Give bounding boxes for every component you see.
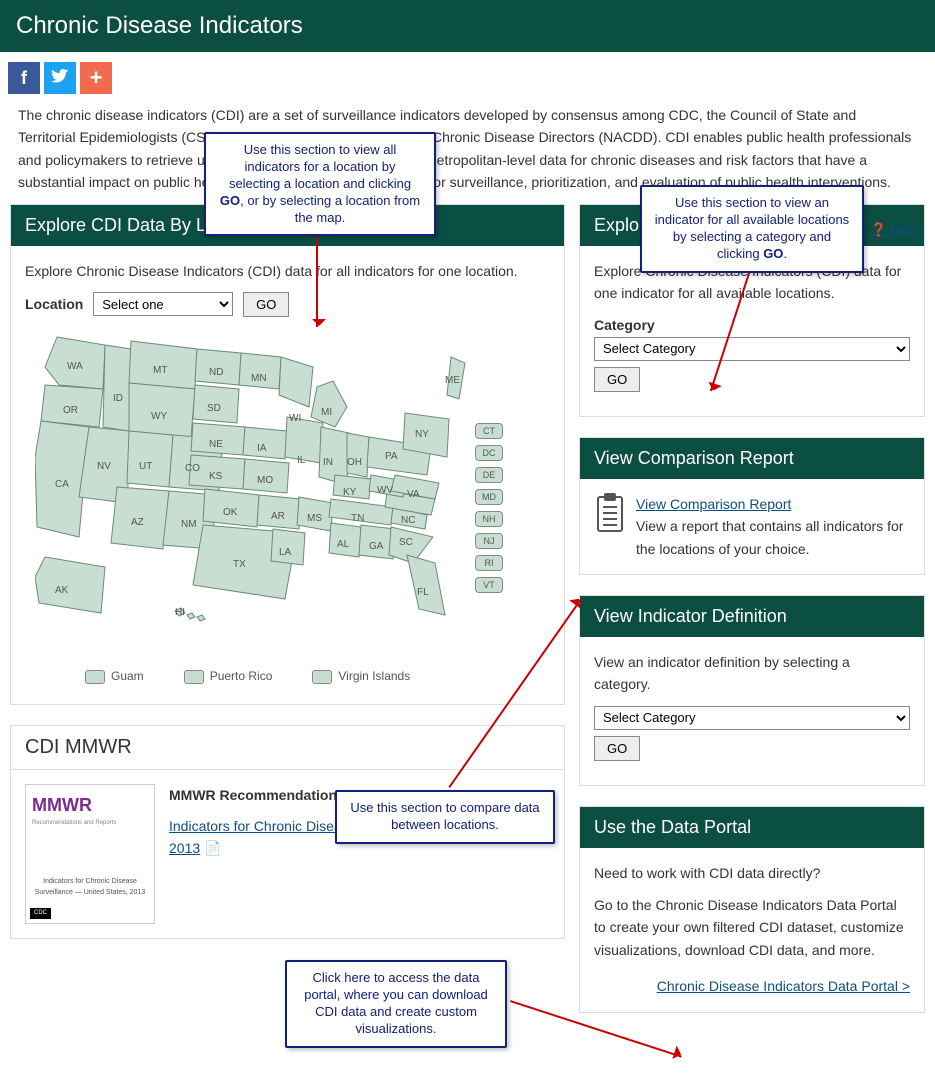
share-row: f + xyxy=(0,52,935,100)
territory-guam[interactable]: Guam xyxy=(85,667,144,686)
state-pill-md[interactable]: MD xyxy=(475,489,503,505)
portal-question: Need to work with CDI data directly? xyxy=(594,862,910,884)
state-pill-ct[interactable]: CT xyxy=(475,423,503,439)
state-pill-vt[interactable]: VT xyxy=(475,577,503,593)
page-title: Chronic Disease Indicators xyxy=(16,12,919,40)
comparison-desc: View a report that contains all indicato… xyxy=(636,515,910,560)
us-map[interactable]: WA OR CA NV ID MT WY UT AZ NM CO ND SD N… xyxy=(25,327,550,657)
portal-desc: Go to the Chronic Disease Indicators Dat… xyxy=(594,894,910,961)
state-pill-nh[interactable]: NH xyxy=(475,511,503,527)
twitter-icon[interactable] xyxy=(44,62,76,94)
definition-go-button[interactable]: GO xyxy=(594,736,640,761)
comparison-link[interactable]: View Comparison Report xyxy=(636,496,791,512)
category-label: Category xyxy=(594,317,655,333)
definition-desc: View an indicator definition by selectin… xyxy=(594,651,910,696)
location-select[interactable]: Select one xyxy=(93,292,233,316)
pdf-icon: 📄 xyxy=(204,840,221,856)
callout-indicator: Use this section to view an indicator fo… xyxy=(640,185,864,273)
territory-pr[interactable]: Puerto Rico xyxy=(184,667,273,686)
state-pill-dc[interactable]: DC xyxy=(475,445,503,461)
addthis-icon[interactable]: + xyxy=(80,62,112,94)
mmwr-thumbnail[interactable]: MMWR Recommendations and Reports Indicat… xyxy=(25,784,155,924)
by-location-desc: Explore Chronic Disease Indicators (CDI)… xyxy=(25,260,550,282)
panel-comparison: View Comparison Report View Comparison R… xyxy=(579,437,925,575)
panel-header-comparison: View Comparison Report xyxy=(580,438,924,479)
panel-header-portal: Use the Data Portal xyxy=(580,807,924,848)
category-select[interactable]: Select Category xyxy=(594,337,910,361)
state-pill-nj[interactable]: NJ xyxy=(475,533,503,549)
territories-row: Guam Puerto Rico Virgin Islands xyxy=(25,657,550,690)
page-header: Chronic Disease Indicators xyxy=(0,0,935,52)
state-pill-de[interactable]: DE xyxy=(475,467,503,483)
definition-select[interactable]: Select Category xyxy=(594,706,910,730)
help-link[interactable]: Help xyxy=(870,220,917,241)
indicator-go-button[interactable]: GO xyxy=(594,367,640,392)
callout-portal: Click here to access the data portal, wh… xyxy=(285,960,507,1048)
state-pill-ri[interactable]: RI xyxy=(475,555,503,571)
clipboard-icon xyxy=(594,493,626,533)
portal-link[interactable]: Chronic Disease Indicators Data Portal > xyxy=(657,978,910,994)
mmwr-title: CDI MMWR xyxy=(11,726,564,770)
panel-portal: Use the Data Portal Need to work with CD… xyxy=(579,806,925,1013)
panel-by-location: Explore CDI Data By Location Explore Chr… xyxy=(10,204,565,706)
facebook-icon[interactable]: f xyxy=(8,62,40,94)
panel-header-definition: View Indicator Definition xyxy=(580,596,924,637)
callout-compare: Use this section to compare data between… xyxy=(335,790,555,844)
location-go-button[interactable]: GO xyxy=(243,292,289,317)
callout-location: Use this section to view all indicators … xyxy=(204,132,436,236)
panel-definition: View Indicator Definition View an indica… xyxy=(579,595,925,786)
territory-vi[interactable]: Virgin Islands xyxy=(312,667,410,686)
arrow-location xyxy=(316,237,318,327)
location-label: Location xyxy=(25,296,83,312)
